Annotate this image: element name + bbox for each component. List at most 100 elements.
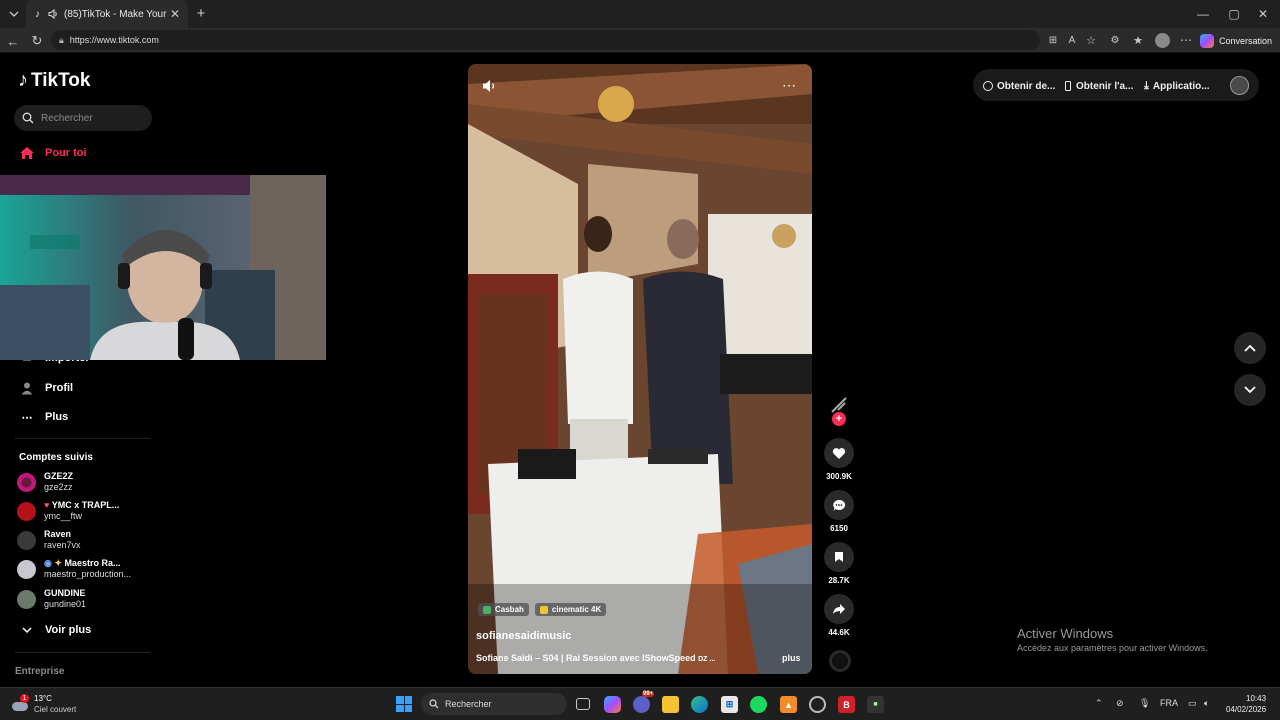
weather-widget[interactable]: 1 13°C Ciel couvert [12,693,76,715]
tag-chip[interactable]: Casbah [478,603,529,616]
chat-icon[interactable]: 99+ [633,691,655,713]
start-button[interactable] [396,696,412,712]
store-icon[interactable]: ⊞ [721,696,738,713]
close-tab-icon[interactable]: ✕ [168,7,182,21]
save-action[interactable]: 28.7K [822,542,856,585]
app-dark-icon[interactable]: ■ [867,696,884,713]
like-count: 300.9K [826,472,852,481]
followed-account[interactable]: ◉ ✦ Maestro Ra... maestro_production... [17,558,131,580]
clock-date: 04/02/2026 [1226,705,1267,714]
translate-icon[interactable]: A [1066,34,1078,46]
caption-tail: DZ ... [698,656,716,663]
app-available-icon[interactable]: ⊞ [1047,34,1059,46]
spotify-icon[interactable] [750,696,767,713]
sidebar-item-profile[interactable]: Profil [18,380,73,396]
copilot-taskbar-icon[interactable] [604,696,621,713]
follow-plus-button[interactable]: + [832,412,846,426]
clock-time: 10:43 [1246,694,1267,703]
more-options-icon[interactable]: ⋯ [1180,33,1192,47]
chat-badge: 99+ [642,691,655,697]
network-off-icon[interactable]: ⊘ [1116,698,1124,709]
extensions-icon[interactable]: ⚙ [1109,34,1121,46]
back-icon[interactable]: ← [6,34,20,49]
desktop-app-button[interactable]: ⤓ Applicatio... [1144,71,1210,101]
save-count: 28.7K [828,576,850,585]
favorite-star-icon[interactable]: ☆ [1085,34,1097,47]
user-avatar[interactable] [1230,76,1249,95]
account-handle: gundine01 [44,599,87,609]
search-placeholder: Rechercher [41,112,93,124]
comment-action[interactable]: 6150 [822,490,856,533]
see-more-button[interactable]: Voir plus [18,622,91,638]
volume-icon[interactable]: 🔈︎ [1204,698,1209,709]
close-window-icon[interactable]: ✕ [1256,7,1270,21]
sidebar-item-for-you[interactable]: Pour toi [18,145,87,161]
speaker-icon[interactable] [48,9,60,19]
account-handle: ymc__ftw [44,511,83,521]
next-video-button[interactable] [1234,374,1266,406]
taskbar-search-label: Rechercher [445,699,492,709]
display-icon[interactable]: ▭ [1188,698,1197,709]
minimize-icon[interactable]: — [1196,7,1210,21]
refresh-icon[interactable]: ↻ [30,33,44,48]
taskbar-search[interactable]: Rechercher [421,693,567,715]
video-options-icon[interactable]: ⋯ [782,77,796,94]
company-link[interactable]: Entreprise [15,666,64,677]
profile-avatar[interactable] [1155,33,1170,48]
search-input[interactable]: Rechercher [14,105,152,131]
sidebar-item-label: Pour toi [45,147,87,159]
weather-icon: 1 [12,694,30,712]
address-bar: ← ↻ 🔒︎ https://www.tiktok.com ⊞ A ☆ ⚙ ★ … [0,28,1280,53]
share-count: 44.6K [828,628,850,637]
avatar [17,589,36,609]
search-icon [22,112,34,124]
search-icon [429,699,439,709]
url-field[interactable]: 🔒︎ https://www.tiktok.com [51,30,1040,50]
tab-actions-icon[interactable] [8,8,20,20]
copilot-button[interactable]: Conversation [1200,32,1272,49]
webcam-overlay [0,175,326,360]
site-info-icon[interactable]: 🔒︎ [59,35,64,46]
followed-account[interactable]: ♥ YMC x TRAPL... ymc__ftw [17,500,119,522]
edge-icon[interactable] [691,696,708,713]
sidebar-item-more[interactable]: ⋯ Plus [18,409,69,425]
caption-more-button[interactable]: plus [782,653,801,663]
share-action[interactable]: 44.6K [822,594,856,637]
tray-chevron-up-icon[interactable]: ⌃ [1095,698,1103,709]
like-action[interactable]: 300.9K [822,438,856,481]
settings-gear-icon[interactable] [809,696,826,713]
tag-chip[interactable]: cinematic 4K [534,603,607,616]
maximize-icon[interactable]: ▢ [1227,7,1241,21]
video-author[interactable]: sofianesaidimusic [476,630,571,642]
followed-account[interactable]: GUNDINE gundine01 [17,588,86,610]
app-red-icon[interactable]: B [838,696,855,713]
sidebar-divider [15,438,150,439]
task-view-icon[interactable] [576,698,590,710]
followed-account[interactable]: Raven raven7vx [17,529,81,551]
sidebar-item-label: Plus [45,411,69,423]
heart-emoji-icon: ♥ [44,500,50,510]
followed-account[interactable]: GZE2Z gze2zz [17,471,73,493]
new-tab-icon[interactable]: + [194,5,208,22]
heart-icon [824,438,854,468]
windows-taskbar: 1 13°C Ciel couvert Rechercher 99+ ⊞ ▲ B… [0,687,1280,720]
file-explorer-icon[interactable] [662,696,679,713]
app-icon[interactable]: ▲ [780,696,797,713]
get-coins-button[interactable]: Obtenir de... [983,71,1056,101]
previous-video-button[interactable] [1234,332,1266,364]
effect-icon [539,605,548,614]
clock[interactable]: 10:43 04/02/2026 [1226,693,1266,715]
tag-label: cinematic 4K [551,605,602,614]
microphone-icon[interactable]: 🎙︎ [1139,698,1150,709]
copilot-icon [1200,33,1214,48]
get-app-button[interactable]: Obtenir l'a... [1065,71,1134,101]
account-name: Maestro Ra... [64,558,121,568]
video-player[interactable]: ⋯ Casbah cinematic 4K sofianesaidimusic … [468,64,812,674]
more-dots-icon: ⋯ [21,411,33,424]
tiktok-logo[interactable]: ♪ TikTok [18,69,90,92]
favorites-icon[interactable]: ★ [1132,34,1144,47]
music-disc[interactable] [829,650,851,672]
language-indicator[interactable]: FRA [1160,698,1178,708]
mute-icon[interactable] [482,79,498,93]
browser-tab-tiktok[interactable]: ♪ (85)TikTok - Make Your Day ✕ [26,0,188,28]
